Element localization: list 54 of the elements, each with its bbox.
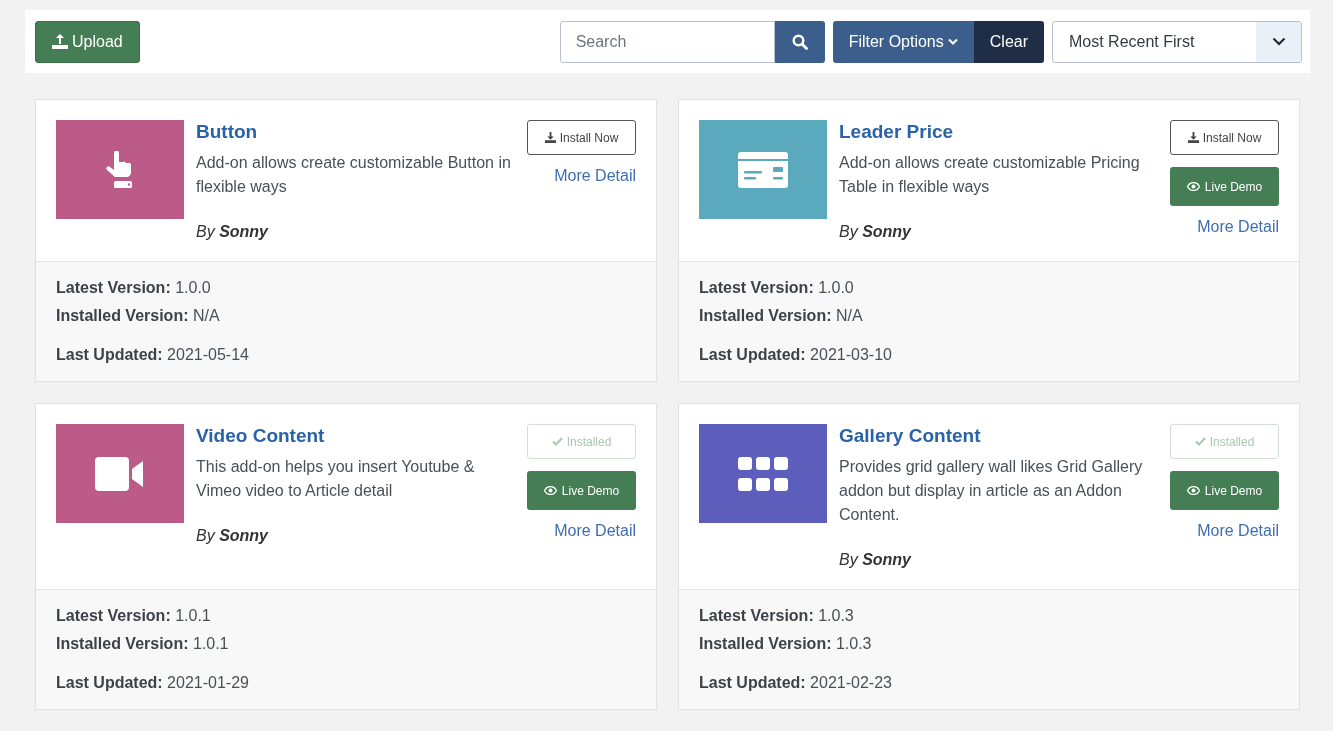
- search-button[interactable]: [774, 20, 825, 63]
- video-camera-icon: [95, 456, 145, 491]
- download-icon: [1187, 132, 1199, 143]
- version-info-text: Latest Version: 1.0.0: [56, 278, 212, 298]
- check-icon: [551, 437, 563, 446]
- addon-title[interactable]: Video Content: [196, 425, 512, 447]
- addon-title[interactable]: Button: [196, 121, 512, 143]
- more-detail-link[interactable]: More Detail: [1197, 218, 1279, 236]
- addon-description: Provides grid gallery wall likes Grid Gallery addon but display in article as an Addon Content.: [839, 457, 1144, 525]
- version-info-text: Latest Version: 1.0.0: [699, 278, 855, 298]
- author-text: By Sonny: [196, 223, 270, 241]
- eye-icon: [1186, 486, 1200, 495]
- filter-options-button[interactable]: Filter Options: [832, 20, 974, 63]
- upload-icon: [52, 34, 68, 49]
- version-info-text: Installed Version: N/A: [699, 306, 864, 326]
- addon-description: Add-on allows create customizable Pricing Table in flexible ways: [839, 153, 1141, 197]
- more-detail-link[interactable]: More Detail: [1197, 522, 1279, 540]
- version-info-text: Last Updated: 2021-03-10: [699, 345, 893, 365]
- version-info-text: Installed Version: 1.0.3: [699, 634, 873, 654]
- search-icon: [791, 33, 808, 50]
- addon-description: Add-on allows create customizable Button in flexible ways: [196, 153, 512, 197]
- live-demo-button[interactable]: Live Demo: [1170, 471, 1279, 510]
- clear-button[interactable]: Clear: [973, 20, 1044, 63]
- upload-button[interactable]: Upload: [35, 20, 140, 63]
- search-field[interactable]: Search: [559, 20, 775, 63]
- check-icon: [1194, 437, 1206, 446]
- pointing-hand-icon: [105, 150, 135, 189]
- install-now-button[interactable]: Install Now: [1170, 120, 1279, 155]
- author-text: By Sonny: [196, 527, 270, 545]
- version-info-text: Last Updated: 2021-02-23: [699, 673, 893, 693]
- version-info-text: Installed Version: 1.0.1: [56, 634, 230, 654]
- author-text: By Sonny: [839, 551, 913, 569]
- version-info-text: Latest Version: 1.0.1: [56, 606, 212, 626]
- eye-icon: [1186, 182, 1200, 191]
- eye-icon: [543, 486, 557, 495]
- install-now-button[interactable]: Install Now: [527, 120, 636, 155]
- more-detail-link[interactable]: More Detail: [554, 522, 636, 540]
- grid-icon: [738, 456, 788, 491]
- addon-description: This add-on helps you insert Youtube & Vimeo video to Article detail: [196, 457, 476, 501]
- live-demo-button[interactable]: Live Demo: [527, 471, 636, 510]
- chevron-down-icon: [1271, 37, 1286, 46]
- author-text: By Sonny: [839, 223, 913, 241]
- more-detail-link[interactable]: More Detail: [554, 167, 636, 185]
- version-info-text: Latest Version: 1.0.3: [699, 606, 855, 626]
- download-icon: [544, 132, 556, 143]
- version-info-text: Installed Version: N/A: [56, 306, 221, 326]
- version-info-text: Last Updated: 2021-05-14: [56, 345, 250, 365]
- addon-title[interactable]: Leader Price: [839, 121, 1155, 143]
- pricing-card-icon: [738, 151, 788, 188]
- live-demo-button[interactable]: Live Demo: [1170, 167, 1279, 206]
- chevron-down-icon: [947, 38, 958, 45]
- addon-title[interactable]: Gallery Content: [839, 425, 1155, 447]
- sort-select[interactable]: Most Recent First: [1052, 20, 1302, 63]
- version-info-text: Last Updated: 2021-01-29: [56, 673, 250, 693]
